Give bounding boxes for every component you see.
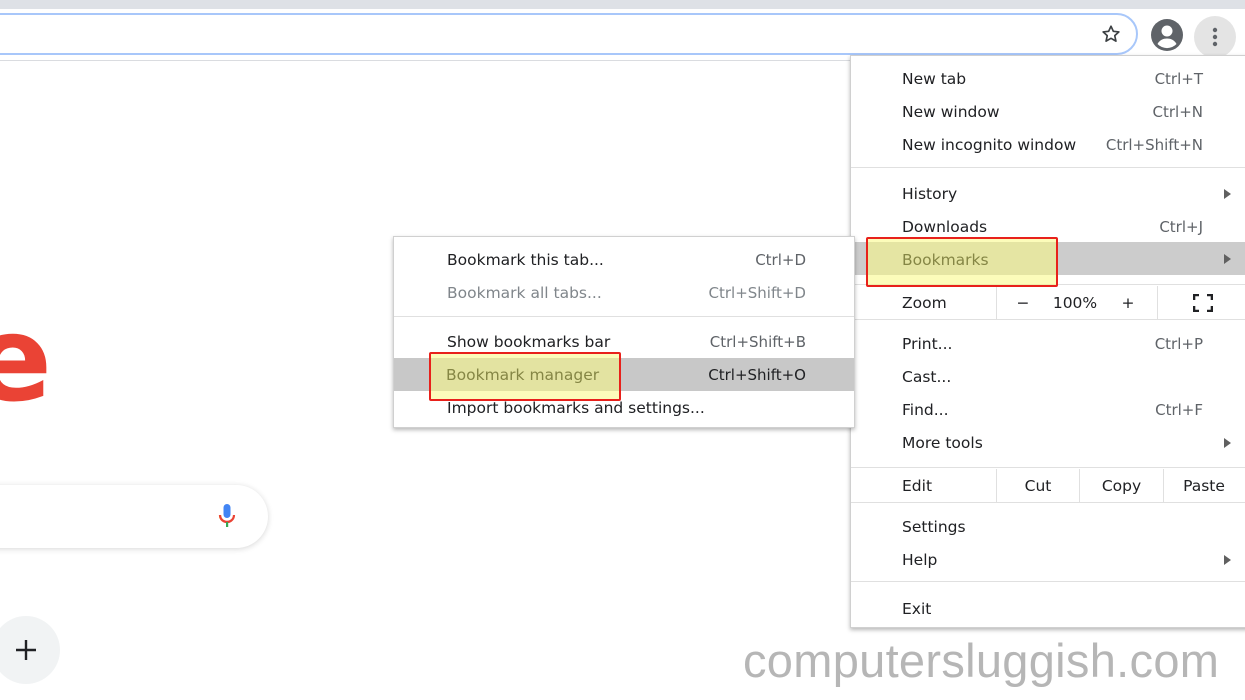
submenu-item-label: Bookmark all tabs... — [447, 283, 602, 302]
edit-label: Edit — [902, 476, 933, 495]
menu-item-shortcut: Ctrl+J — [1159, 217, 1203, 236]
add-shortcut-button[interactable] — [0, 616, 60, 684]
submenu-item-label: Show bookmarks bar — [447, 332, 611, 351]
cut-button[interactable]: Cut — [997, 469, 1079, 502]
three-dots-vertical-icon — [1212, 27, 1218, 47]
submenu-arrow-icon — [1224, 253, 1231, 264]
menu-item-history[interactable]: History — [851, 177, 1245, 210]
copy-button[interactable]: Copy — [1080, 469, 1163, 502]
bookmark-star-icon[interactable] — [1098, 21, 1124, 47]
submenu-arrow-icon — [1224, 188, 1231, 199]
menu-separator — [851, 467, 1245, 468]
submenu-arrow-icon — [1224, 437, 1231, 448]
menu-item-label: Cast... — [902, 367, 952, 386]
fullscreen-icon — [1193, 293, 1213, 312]
menu-item-label: New window — [902, 102, 1000, 121]
submenu-item-label: Bookmark this tab... — [447, 250, 604, 269]
zoom-divider — [996, 286, 997, 319]
zoom-row: Zoom − 100% + — [851, 286, 1245, 319]
menu-item-settings[interactable]: Settings — [851, 510, 1245, 543]
menu-item-shortcut: Ctrl+N — [1152, 102, 1203, 121]
menu-separator — [851, 167, 1245, 168]
submenu-item-shortcut: Ctrl+D — [755, 250, 806, 269]
menu-item-label: New incognito window — [902, 135, 1077, 154]
google-logo-fragment: e — [0, 290, 52, 428]
fullscreen-button[interactable] — [1158, 286, 1245, 319]
bookmark-manager-annotation-highlight: Bookmark manager — [429, 352, 621, 401]
bookmarks-label: Bookmarks — [902, 251, 989, 269]
submenu-item-bookmark-this-tab[interactable]: Bookmark this tab... Ctrl+D — [394, 243, 854, 276]
microphone-icon[interactable] — [216, 502, 238, 530]
menu-separator — [851, 502, 1245, 503]
menu-item-label: Exit — [902, 599, 932, 618]
menu-separator — [851, 581, 1245, 582]
zoom-level-value: 100% — [1052, 293, 1098, 312]
menu-item-exit[interactable]: Exit — [851, 592, 1245, 625]
menu-item-cast[interactable]: Cast... — [851, 360, 1245, 393]
tab-strip — [0, 0, 1245, 9]
submenu-separator — [394, 316, 854, 317]
paste-button[interactable]: Paste — [1164, 469, 1244, 502]
submenu-item-shortcut: Ctrl+Shift+D — [708, 283, 806, 302]
profile-avatar-icon[interactable] — [1150, 18, 1184, 52]
submenu-item-shortcut: Ctrl+Shift+O — [708, 365, 806, 384]
menu-item-help[interactable]: Help — [851, 543, 1245, 576]
submenu-item-shortcut: Ctrl+Shift+B — [709, 332, 806, 351]
plus-icon — [16, 640, 36, 660]
edit-row: Edit Cut Copy Paste — [851, 469, 1245, 502]
menu-item-shortcut: Ctrl+P — [1154, 334, 1203, 353]
menu-item-print[interactable]: Print... Ctrl+P — [851, 327, 1245, 360]
watermark-text: computersluggish.com — [743, 634, 1220, 687]
menu-item-find[interactable]: Find... Ctrl+F — [851, 393, 1245, 426]
menu-item-label: Find... — [902, 400, 949, 419]
menu-item-label: Downloads — [902, 217, 988, 236]
zoom-label: Zoom — [902, 293, 947, 312]
bookmarks-annotation-highlight: Bookmarks — [866, 237, 1058, 287]
chrome-main-menu: New tab Ctrl+T New window Ctrl+N New inc… — [850, 55, 1245, 628]
menu-item-more-tools[interactable]: More tools — [851, 426, 1245, 459]
toolbar-divider — [0, 60, 850, 61]
menu-item-shortcut: Ctrl+F — [1155, 400, 1203, 419]
zoom-in-button[interactable]: + — [1105, 286, 1151, 319]
menu-item-label: More tools — [902, 433, 983, 452]
menu-item-label: New tab — [902, 69, 967, 88]
menu-item-new-tab[interactable]: New tab Ctrl+T — [851, 62, 1245, 95]
menu-item-label: History — [902, 184, 958, 203]
browser-toolbar — [0, 9, 1245, 59]
menu-item-new-window[interactable]: New window Ctrl+N — [851, 95, 1245, 128]
chrome-menu-button[interactable] — [1194, 16, 1236, 58]
menu-item-new-incognito-window[interactable]: New incognito window Ctrl+Shift+N — [851, 128, 1245, 161]
zoom-out-button[interactable]: − — [1001, 286, 1045, 319]
menu-item-shortcut: Ctrl+T — [1154, 69, 1203, 88]
submenu-arrow-icon — [1224, 554, 1231, 565]
menu-item-shortcut: Ctrl+Shift+N — [1105, 135, 1203, 154]
menu-separator — [851, 319, 1245, 320]
submenu-item-bookmark-all-tabs[interactable]: Bookmark all tabs... Ctrl+Shift+D — [394, 276, 854, 309]
menu-item-label: Settings — [902, 517, 966, 536]
bookmark-manager-label: Bookmark manager — [446, 366, 600, 384]
submenu-item-label: Import bookmarks and settings... — [447, 398, 705, 417]
menu-item-label: Help — [902, 550, 938, 569]
menu-item-label: Print... — [902, 334, 953, 353]
address-bar[interactable] — [0, 13, 1138, 55]
